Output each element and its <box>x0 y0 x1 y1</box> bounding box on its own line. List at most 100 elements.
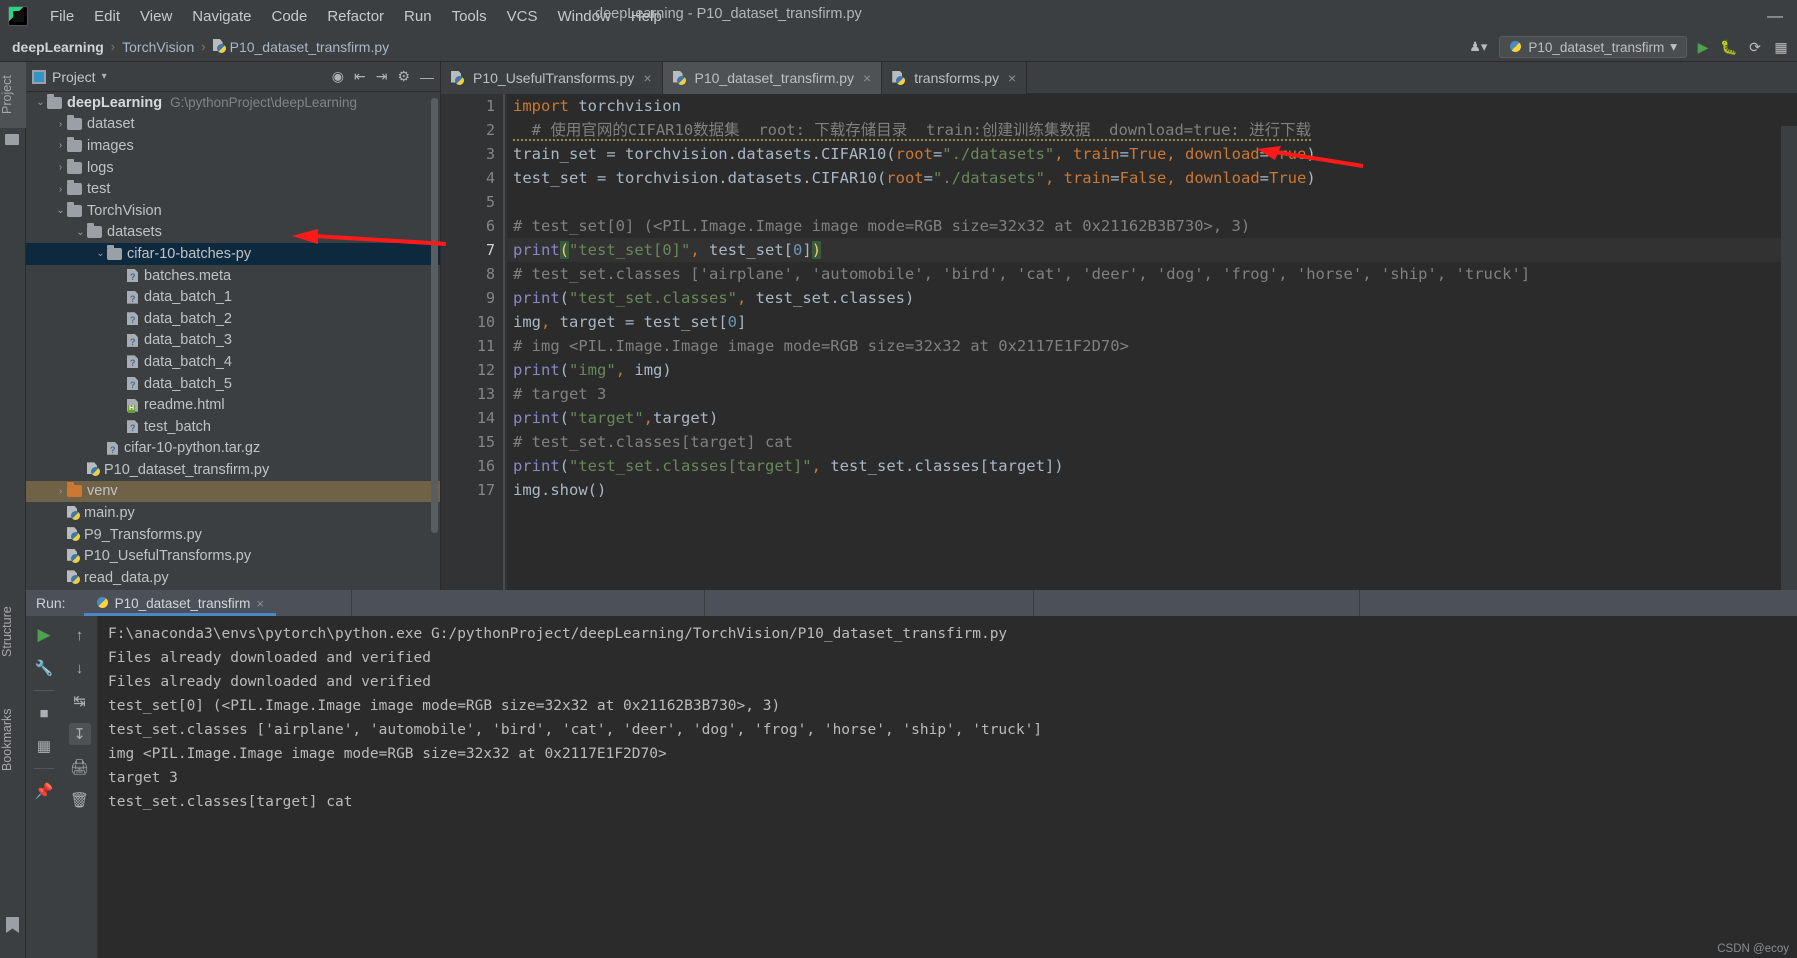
tree-item-data-batch-5[interactable]: ›data_batch_5 <box>26 373 440 395</box>
chevron-right-icon[interactable]: › <box>54 140 67 151</box>
tree-item-data-batch-4[interactable]: ›data_batch_4 <box>26 351 440 373</box>
tree-item-data-batch-3[interactable]: ›data_batch_3 <box>26 330 440 352</box>
chevron-down-icon[interactable]: ⌄ <box>54 205 67 216</box>
trash-icon[interactable]: 🗑 <box>69 789 91 811</box>
menu-view[interactable]: View <box>130 5 182 28</box>
breadcrumb-folder[interactable]: TorchVision <box>122 39 194 55</box>
menu-code[interactable]: Code <box>261 5 317 28</box>
tree-item-test-batch[interactable]: ›test_batch <box>26 416 440 438</box>
code-line-2[interactable]: # 使用官网的CIFAR10数据集 root: 下载存储目录 train:创建训… <box>507 118 1797 142</box>
code-line-1[interactable]: import torchvision <box>507 94 1797 118</box>
chevron-down-icon[interactable]: ▾ <box>102 71 107 82</box>
code-line-9[interactable]: print("test_set.classes", test_set.class… <box>507 286 1797 310</box>
editor-tab-2[interactable]: transforms.py × <box>882 62 1028 94</box>
code-line-7[interactable]: print("test_set[0]", test_set[0]) <box>507 238 1797 262</box>
tree-item-torchvision[interactable]: ⌄ TorchVision <box>26 200 440 222</box>
sidebar-item-project[interactable]: Project <box>0 62 26 128</box>
run-configuration-selector[interactable]: P10_dataset_transfirm ▾ <box>1499 36 1687 58</box>
sidebar-item-bookmarks[interactable]: Bookmarks <box>0 692 26 788</box>
collapse-all-icon[interactable]: ⇥ <box>376 68 388 85</box>
account-icon[interactable]: ♟▾ <box>1463 37 1493 57</box>
breadcrumb-file[interactable]: P10_dataset_transfirm.py <box>213 39 389 55</box>
menu-edit[interactable]: Edit <box>84 5 130 28</box>
close-icon[interactable]: × <box>863 70 871 86</box>
code-line-3[interactable]: train_set = torchvision.datasets.CIFAR10… <box>507 142 1797 166</box>
menu-vcs[interactable]: VCS <box>497 5 548 28</box>
menu-navigate[interactable]: Navigate <box>182 5 261 28</box>
code-line-10[interactable]: img, target = test_set[0] <box>507 310 1797 334</box>
chevron-down-icon[interactable]: ⌄ <box>34 97 47 108</box>
chevron-down-icon[interactable]: ⌄ <box>94 248 107 259</box>
chevron-down-icon[interactable]: ⌄ <box>74 227 87 238</box>
tree-item-datasets[interactable]: ⌄ datasets <box>26 222 440 244</box>
menu-refactor[interactable]: Refactor <box>317 5 394 28</box>
console-output[interactable]: F:\anaconda3\envs\pytorch\python.exe G:/… <box>98 616 1797 958</box>
wrench-icon[interactable]: 🔧 <box>33 657 55 679</box>
gear-icon[interactable]: ⚙ <box>397 68 410 85</box>
code-line-12[interactable]: print("img", img) <box>507 358 1797 382</box>
menu-run[interactable]: Run <box>394 5 442 28</box>
debug-button[interactable]: 🐛 <box>1719 39 1739 56</box>
project-scrollbar[interactable] <box>431 98 438 533</box>
rerun-icon[interactable]: ▶ <box>33 624 55 646</box>
close-icon[interactable]: × <box>643 70 651 86</box>
breadcrumb-project[interactable]: deepLearning <box>12 39 104 55</box>
close-icon[interactable]: × <box>256 596 264 611</box>
pin-icon[interactable]: 📌 <box>33 780 55 802</box>
project-tree[interactable]: ⌄ deepLearning G:\pythonProject\deepLearni… <box>26 92 440 590</box>
tree-item-main-py[interactable]: ›main.py <box>26 502 440 524</box>
down-icon[interactable]: ↓ <box>69 657 91 679</box>
code-line-15[interactable]: # test_set.classes[target] cat <box>507 430 1797 454</box>
code-line-17[interactable]: img.show() <box>507 478 1797 502</box>
chevron-right-icon[interactable]: › <box>54 486 67 497</box>
locate-icon[interactable]: ◉ <box>332 68 344 85</box>
menu-tools[interactable]: Tools <box>442 5 497 28</box>
tree-item-cifar-10-batches-py[interactable]: ⌄ cifar-10-batches-py <box>26 243 440 265</box>
profile-button[interactable]: ▦ <box>1771 39 1791 56</box>
tree-item-read-data-py[interactable]: ›read_data.py <box>26 567 440 589</box>
up-icon[interactable]: ↑ <box>69 624 91 646</box>
tree-item-p9-transforms-py[interactable]: ›P9_Transforms.py <box>26 524 440 546</box>
scroll-to-end-icon[interactable]: ↧ <box>68 723 91 745</box>
code-content[interactable]: import torchvision # 使用官网的CIFAR10数据集 roo… <box>507 94 1797 590</box>
tree-item-p10-dataset-transfirm-py[interactable]: ›P10_dataset_transfirm.py <box>26 459 440 481</box>
soft-wrap-icon[interactable]: ↹ <box>69 690 91 712</box>
menu-file[interactable]: File <box>40 5 84 28</box>
stop-icon[interactable]: ■ <box>33 702 55 724</box>
coverage-button[interactable]: ⟳ <box>1745 39 1765 56</box>
tree-item-data-batch-1[interactable]: ›data_batch_1 <box>26 286 440 308</box>
code-line-4[interactable]: test_set = torchvision.datasets.CIFAR10(… <box>507 166 1797 190</box>
hide-icon[interactable]: — <box>420 69 434 85</box>
run-tab[interactable]: P10_dataset_transfirm × <box>83 590 277 616</box>
chevron-right-icon[interactable]: › <box>54 162 67 173</box>
editor-tab-0[interactable]: P10_UsefulTransforms.py × <box>441 62 663 94</box>
code-line-8[interactable]: # test_set.classes ['airplane', 'automob… <box>507 262 1797 286</box>
tree-item-logs[interactable]: › logs <box>26 157 440 179</box>
code-line-6[interactable]: # test_set[0] (<PIL.Image.Image image mo… <box>507 214 1797 238</box>
tree-item-images[interactable]: › images <box>26 135 440 157</box>
code-line-11[interactable]: # img <PIL.Image.Image image mode=RGB si… <box>507 334 1797 358</box>
editor-tab-bar[interactable]: P10_UsefulTransforms.py × P10_dataset_tran… <box>441 62 1797 94</box>
code-line-13[interactable]: # target 3 <box>507 382 1797 406</box>
editor-tab-1[interactable]: P10_dataset_transfirm.py × <box>662 62 883 94</box>
tree-item-dataset[interactable]: › dataset <box>26 114 440 136</box>
print-icon[interactable]: 🖨 <box>69 756 91 778</box>
dump-threads-icon[interactable]: ▦ <box>33 735 55 757</box>
close-icon[interactable]: × <box>1008 70 1016 86</box>
tree-item-p10-usefultransforms-py[interactable]: ›P10_UsefulTransforms.py <box>26 545 440 567</box>
sidebar-item-structure[interactable]: Structure <box>0 592 26 672</box>
tree-item-venv[interactable]: › venv <box>26 480 440 503</box>
code-editor[interactable]: 1 2 3 4 5 6 7 8 9 10 11 12 13 14 15 16 17 import torchvi… <box>441 94 1797 590</box>
tree-item-data-batch-2[interactable]: ›data_batch_2 <box>26 308 440 330</box>
run-button[interactable]: ▶ <box>1693 39 1713 56</box>
tree-item-cifar-10-python-tar-gz[interactable]: ›cifar-10-python.tar.gz <box>26 438 440 460</box>
tree-item-test[interactable]: › test <box>26 178 440 200</box>
tree-item-deeplearning[interactable]: ⌄ deepLearning G:\pythonProject\deepLearni… <box>26 92 440 114</box>
chevron-right-icon[interactable]: › <box>54 119 67 130</box>
expand-all-icon[interactable]: ⇤ <box>354 68 366 85</box>
editor-scroll-strip[interactable] <box>1781 126 1797 590</box>
code-line-14[interactable]: print("target",target) <box>507 406 1797 430</box>
tree-item-batches-meta[interactable]: ›batches.meta <box>26 265 440 287</box>
code-line-16[interactable]: print("test_set.classes[target]", test_s… <box>507 454 1797 478</box>
minimize-button[interactable]: — <box>1767 8 1783 26</box>
